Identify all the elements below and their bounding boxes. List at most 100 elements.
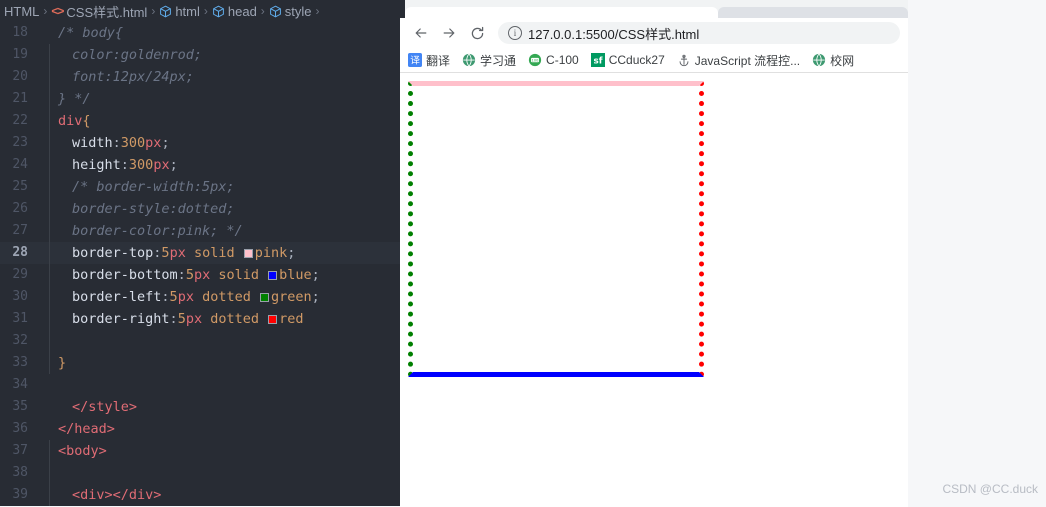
code-line[interactable]: 31 border-right:5px dotted red bbox=[0, 308, 400, 330]
code-line-text: /* body{ bbox=[44, 22, 123, 44]
color-swatch-icon[interactable] bbox=[259, 293, 269, 302]
page-viewport bbox=[400, 73, 908, 507]
bookmark-xuexitong[interactable]: 学习通 bbox=[458, 50, 520, 71]
line-number: 33 bbox=[12, 355, 28, 370]
code-line[interactable]: 34 bbox=[0, 374, 400, 396]
code-line[interactable]: 30 border-left:5px dotted green; bbox=[0, 286, 400, 308]
line-number: 30 bbox=[12, 289, 28, 304]
code-line[interactable]: 21} */ bbox=[0, 88, 400, 110]
code-token: { bbox=[82, 113, 91, 129]
code-token: px bbox=[185, 311, 203, 327]
breadcrumb-item-html-root[interactable]: HTML bbox=[4, 4, 39, 19]
breadcrumb[interactable]: HTML › <> CSS样式.html › html › head › sty… bbox=[0, 0, 400, 22]
code-line[interactable]: 33} bbox=[0, 352, 400, 374]
code-line[interactable]: 18 /* body{ bbox=[0, 22, 400, 44]
browser-tab-active[interactable] bbox=[405, 7, 718, 18]
code-line-text: <body> bbox=[44, 440, 107, 462]
code-line[interactable]: 25 /* border-width:5px; bbox=[0, 176, 400, 198]
code-line[interactable]: 32 bbox=[0, 330, 400, 352]
breadcrumb-item-head[interactable]: head bbox=[212, 4, 257, 19]
code-line[interactable]: 20 font:12px/24px; bbox=[0, 66, 400, 88]
code-token: 5 bbox=[185, 267, 194, 283]
clock-icon: 100 bbox=[528, 53, 542, 67]
bookmark-c100[interactable]: 100 C-100 bbox=[524, 51, 583, 69]
bookmark-javascript-flow[interactable]: JavaScript 流程控... bbox=[673, 50, 804, 71]
code-token: </head> bbox=[58, 421, 115, 437]
code-token: border-color:pink; */ bbox=[72, 223, 243, 239]
code-line[interactable]: 35 </style> bbox=[0, 396, 400, 418]
code-token: ; bbox=[311, 289, 320, 305]
code-line[interactable]: 23 width:300px; bbox=[0, 132, 400, 154]
line-number: 29 bbox=[12, 267, 28, 282]
code-token: } */ bbox=[58, 91, 91, 107]
code-line[interactable]: 37 <body> bbox=[0, 440, 400, 462]
code-line[interactable]: 36 </head> bbox=[0, 418, 400, 440]
code-token: red bbox=[279, 311, 304, 327]
sf-icon: sf bbox=[590, 53, 605, 67]
globe-icon bbox=[462, 53, 476, 67]
code-line-text: color:goldenrod; bbox=[44, 44, 202, 66]
breadcrumb-separator: › bbox=[151, 4, 156, 18]
code-line-text: </style> bbox=[44, 396, 137, 418]
breadcrumb-item-html[interactable]: html bbox=[159, 4, 200, 19]
code-line-text: border-color:pink; */ bbox=[44, 220, 243, 242]
reload-icon[interactable] bbox=[464, 20, 490, 46]
code-line-text: border-top:5px solid pink; bbox=[44, 242, 295, 264]
code-line[interactable]: 19 color:goldenrod; bbox=[0, 44, 400, 66]
code-token: dotted bbox=[202, 311, 268, 327]
arrow-left-icon[interactable] bbox=[408, 20, 434, 46]
code-line-text: border-bottom:5px solid blue; bbox=[44, 264, 320, 286]
info-icon[interactable]: i bbox=[508, 26, 522, 40]
breadcrumb-item-style[interactable]: style bbox=[269, 4, 312, 19]
code-token: /* body{ bbox=[58, 25, 124, 41]
color-swatch-icon[interactable] bbox=[268, 271, 278, 280]
code-line-text: height:300px; bbox=[44, 154, 178, 176]
line-number: 25 bbox=[12, 179, 28, 194]
code-line[interactable]: 24 height:300px; bbox=[0, 154, 400, 176]
code-line[interactable]: 26 border-style:dotted; bbox=[0, 198, 400, 220]
code-text-area[interactable]: 18 /* body{ 19 color:goldenrod; 20 font:12px/… bbox=[0, 22, 400, 506]
breadcrumb-separator: › bbox=[260, 4, 265, 18]
code-token: px bbox=[193, 267, 211, 283]
code-line[interactable]: 27 border-color:pink; */ bbox=[0, 220, 400, 242]
breadcrumb-separator: › bbox=[43, 4, 48, 18]
address-bar[interactable]: i 127.0.0.1:5500/CSS样式.html bbox=[498, 22, 900, 44]
code-line[interactable]: 29 border-bottom:5px solid blue; bbox=[0, 264, 400, 286]
color-swatch-icon[interactable] bbox=[243, 249, 253, 258]
breadcrumb-label: html bbox=[175, 3, 200, 19]
code-line-text: width:300px; bbox=[44, 132, 170, 154]
line-number: 18 bbox=[12, 25, 28, 40]
cube-icon bbox=[212, 5, 225, 18]
breadcrumb-item-file[interactable]: <> CSS样式.html bbox=[51, 2, 147, 21]
code-token: font:12px/24px; bbox=[72, 69, 194, 85]
code-token: : bbox=[177, 267, 186, 283]
code-token: <div></div> bbox=[72, 487, 162, 503]
breadcrumb-label: head bbox=[227, 3, 257, 19]
line-number: 39 bbox=[12, 487, 28, 502]
bookmark-xiaowang[interactable]: 校网 bbox=[808, 50, 858, 71]
code-token: blue bbox=[279, 267, 312, 283]
browser-tab-strip[interactable] bbox=[400, 0, 908, 18]
bookmark-label: 校网 bbox=[830, 53, 855, 68]
page-background-right bbox=[908, 0, 1046, 506]
breadcrumb-label: style bbox=[284, 3, 312, 19]
line-number: 38 bbox=[12, 465, 28, 480]
arrow-right-icon[interactable] bbox=[436, 20, 462, 46]
bookmark-ccduck27[interactable]: sf CCduck27 bbox=[587, 51, 669, 69]
code-line[interactable]: 28 border-top:5px solid pink; bbox=[0, 242, 400, 264]
code-line[interactable]: 22 div{ bbox=[0, 110, 400, 132]
code-line[interactable]: 39 <div></div> bbox=[0, 484, 400, 506]
bookmark-translate[interactable]: 译 翻译 bbox=[404, 50, 454, 71]
code-token: ; bbox=[161, 135, 170, 151]
code-line-text: } bbox=[44, 352, 66, 374]
watermark: CSDN @CC.duck bbox=[942, 482, 1038, 496]
code-token: px bbox=[169, 245, 186, 261]
code-token: } bbox=[58, 355, 67, 371]
cube-icon bbox=[159, 5, 172, 18]
browser-toolbar: i 127.0.0.1:5500/CSS样式.html bbox=[400, 18, 908, 48]
color-swatch-icon[interactable] bbox=[268, 315, 278, 324]
code-token: pink bbox=[254, 245, 288, 261]
code-line-text: } */ bbox=[44, 88, 91, 110]
browser-tab-inactive[interactable] bbox=[718, 7, 908, 18]
code-line[interactable]: 38 bbox=[0, 462, 400, 484]
